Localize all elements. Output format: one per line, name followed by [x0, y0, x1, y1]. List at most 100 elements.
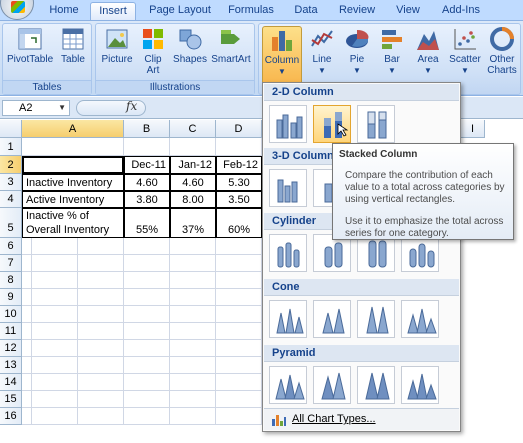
tab-page-layout[interactable]: Page Layout: [144, 2, 216, 20]
line-chart-button[interactable]: Line ▼: [305, 26, 339, 76]
all-chart-types-link[interactable]: All Chart Types...: [264, 408, 459, 430]
cell-c4[interactable]: 8.00: [170, 191, 216, 208]
pivottable-button[interactable]: PivotTable: [7, 26, 53, 65]
100-percent-stacked-column-icon: [367, 111, 387, 139]
all-chart-types-label: All Chart Types...: [292, 413, 376, 425]
row-header-8[interactable]: 8: [0, 272, 22, 289]
100-percent-stacked-pyramid-option[interactable]: [357, 366, 395, 404]
3d-cylinder-icon: [409, 243, 435, 268]
bar-chart-button[interactable]: Bar ▼: [375, 26, 409, 76]
stacked-pyramid-option[interactable]: [313, 366, 351, 404]
shapes-button[interactable]: Shapes: [172, 26, 208, 65]
pivottable-icon: [18, 28, 42, 50]
row-header-12[interactable]: 12: [0, 340, 22, 357]
row-header-1[interactable]: 1: [0, 138, 22, 156]
empty-grid-area[interactable]: [22, 238, 270, 425]
cell-b1[interactable]: [124, 138, 170, 156]
row-header-13[interactable]: 13: [0, 357, 22, 374]
row-header-3[interactable]: 3: [0, 174, 22, 191]
3d-cone-option[interactable]: [401, 300, 439, 338]
cell-a1[interactable]: [22, 138, 124, 156]
cell-d1[interactable]: [216, 138, 262, 156]
pie-chart-button[interactable]: Pie ▼: [341, 26, 373, 76]
office-button[interactable]: [0, 0, 34, 20]
column-header-i[interactable]: I: [461, 120, 485, 138]
tab-formulas[interactable]: Formulas: [223, 2, 279, 20]
column-header-c[interactable]: C: [170, 120, 216, 138]
clip-art-label: Clip Art: [144, 54, 162, 76]
illustrations-group-label: Illustrations: [96, 80, 254, 94]
column-header-b[interactable]: B: [124, 120, 170, 138]
tooltip-description-1: Compare the contribution of each value t…: [345, 170, 505, 205]
cell-d3[interactable]: 5.30: [216, 174, 262, 191]
clip-art-button[interactable]: Clip Art: [138, 26, 168, 76]
cell-c5[interactable]: 37%: [170, 208, 216, 238]
scatter-chart-label: Scatter: [449, 54, 481, 65]
cell-b5[interactable]: 55%: [124, 208, 170, 238]
row-header-7[interactable]: 7: [0, 255, 22, 272]
other-charts-button[interactable]: Other Charts: [485, 26, 519, 76]
100-percent-stacked-cone-option[interactable]: [357, 300, 395, 338]
row-header-11[interactable]: 11: [0, 323, 22, 340]
column-chart-gallery: 2-D Column 3-D Column Cylinder Cone Pyra…: [262, 82, 461, 432]
select-all-corner[interactable]: [0, 120, 22, 138]
column-header-d[interactable]: D: [216, 120, 262, 138]
row-header-2[interactable]: 2: [0, 156, 22, 174]
column-chart-button[interactable]: Column ▼: [262, 26, 302, 88]
tooltip-description-2: Use it to emphasize the total across ser…: [345, 216, 504, 239]
row-header-16[interactable]: 16: [0, 408, 22, 425]
row-header-5[interactable]: 5: [0, 208, 22, 238]
column-chart-label: Column: [264, 55, 300, 66]
cell-a4[interactable]: Active Inventory: [22, 191, 124, 208]
column-header-a[interactable]: A: [22, 120, 124, 138]
stacked-column-icon: [324, 112, 349, 138]
picture-button[interactable]: Picture: [100, 26, 134, 65]
stacked-cone-option[interactable]: [313, 300, 351, 338]
area-chart-icon: [417, 31, 439, 50]
area-dropdown-arrow-icon: ▼: [424, 66, 432, 75]
smartart-button[interactable]: SmartArt: [210, 26, 252, 65]
table-button[interactable]: Table: [57, 26, 89, 65]
tab-data[interactable]: Data: [288, 2, 324, 20]
pivottable-label: PivotTable: [7, 54, 54, 65]
cell-d2[interactable]: Feb-12: [216, 156, 262, 174]
cell-c1[interactable]: [170, 138, 216, 156]
tab-insert[interactable]: Insert: [90, 2, 136, 20]
cell-d4[interactable]: 3.50: [216, 191, 262, 208]
cell-a2[interactable]: [22, 156, 124, 174]
area-chart-button[interactable]: Area ▼: [411, 26, 445, 76]
tab-add-ins[interactable]: Add-Ins: [436, 2, 486, 20]
100-percent-stacked-column-option[interactable]: [357, 105, 395, 143]
clustered-pyramid-option[interactable]: [269, 366, 307, 404]
clustered-cone-option[interactable]: [269, 300, 307, 338]
row-header-4[interactable]: 4: [0, 191, 22, 208]
cell-d5[interactable]: 60%: [216, 208, 262, 238]
row-header-6[interactable]: 6: [0, 238, 22, 255]
name-box-dropdown-icon[interactable]: ▼: [58, 101, 66, 115]
name-box[interactable]: A2 ▼: [2, 100, 70, 116]
clustered-cylinder-option[interactable]: [269, 234, 307, 272]
3d-clustered-column-option[interactable]: [269, 169, 307, 207]
tab-home[interactable]: Home: [44, 2, 84, 20]
scatter-chart-button[interactable]: Scatter ▼: [447, 26, 483, 76]
tab-review[interactable]: Review: [334, 2, 380, 20]
cell-a3[interactable]: Inactive Inventory: [22, 174, 124, 191]
3d-pyramid-option[interactable]: [401, 366, 439, 404]
cell-b4[interactable]: 3.80: [124, 191, 170, 208]
row-header-10[interactable]: 10: [0, 306, 22, 323]
row-header-9[interactable]: 9: [0, 289, 22, 306]
cell-b2[interactable]: Dec-11: [124, 156, 170, 174]
pie-chart-label: Pie: [349, 54, 365, 65]
row-header-14[interactable]: 14: [0, 374, 22, 391]
insert-function-icon[interactable]: fx: [126, 99, 137, 113]
ribbon-tab-bar: Home Insert Page Layout Formulas Data Re…: [0, 0, 523, 20]
tab-view[interactable]: View: [390, 2, 426, 20]
cell-c3[interactable]: 4.60: [170, 174, 216, 191]
clustered-column-option[interactable]: [269, 105, 307, 143]
cell-a5[interactable]: Inactive % of Overall Inventory: [22, 208, 124, 238]
cell-b3[interactable]: 4.60: [124, 174, 170, 191]
cell-c2[interactable]: Jan-12: [170, 156, 216, 174]
row-header-15[interactable]: 15: [0, 391, 22, 408]
stacked-column-option[interactable]: [313, 105, 351, 143]
scatter-dropdown-arrow-icon: ▼: [461, 66, 469, 75]
